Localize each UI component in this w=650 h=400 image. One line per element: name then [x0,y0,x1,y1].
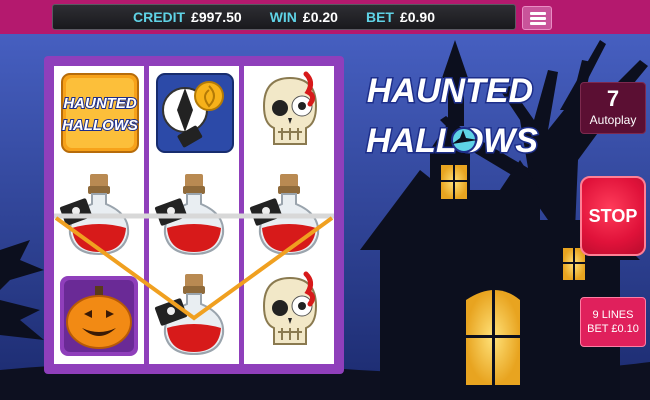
lines-count: 9 LINES [592,309,634,321]
bet-label: BET [365,9,394,25]
bet-value: £0.90 [399,9,436,25]
win-label: WIN [269,9,297,25]
line-bet: BET £0.10 [587,323,639,335]
credit-value: £997.50 [191,9,242,25]
lines-bet-button[interactable]: 9 LINES BET £0.10 [580,297,646,347]
balance-panel: CREDIT £997.50 WIN £0.20 BET £0.90 [52,4,516,30]
win-line-v [54,216,334,321]
credit-meter: CREDIT £997.50 [133,9,242,25]
autoplay-button[interactable]: 7 Autoplay [580,82,646,134]
hamburger-icon [530,12,546,15]
top-bar: CREDIT £997.50 WIN £0.20 BET £0.90 [0,0,650,34]
autoplay-count: 7 [606,86,620,111]
bet-meter: BET £0.90 [366,9,435,25]
win-lines [54,213,334,321]
hamburger-icon-bar [530,17,546,20]
stop-label: STOP [588,205,638,226]
autoplay-label: Autoplay [589,113,637,127]
stop-button[interactable]: STOP [580,176,646,256]
win-meter: WIN £0.20 [270,9,338,25]
reel-frame: HAUNTED HALLOWS [44,56,344,374]
logo-line-1: HAUNTED [367,72,533,110]
menu-button[interactable] [522,6,552,30]
win-value: £0.20 [302,9,338,25]
hamburger-icon-bar [530,22,546,25]
credit-label: CREDIT [132,9,186,25]
game-logo: HAUNTED HALLOWS [365,71,540,162]
